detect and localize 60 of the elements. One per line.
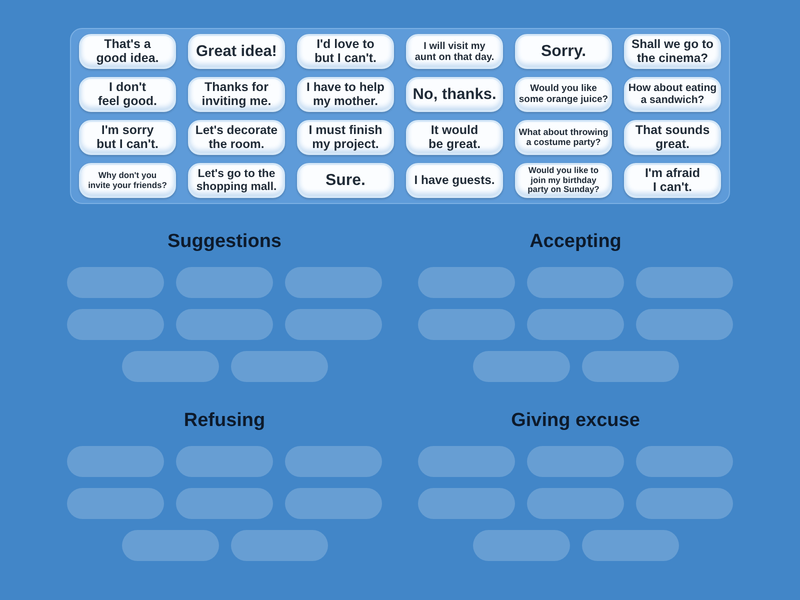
- drop-slot[interactable]: [636, 446, 733, 477]
- drop-slot[interactable]: [527, 267, 624, 298]
- phrase-card[interactable]: I must finish my project.: [297, 120, 394, 155]
- drop-slot[interactable]: [418, 309, 515, 340]
- phrase-card[interactable]: Why don't you invite your friends?: [79, 163, 176, 198]
- drop-slot[interactable]: [527, 488, 624, 519]
- drop-slot[interactable]: [636, 309, 733, 340]
- phrase-card[interactable]: Let's go to the shopping mall.: [188, 163, 285, 198]
- phrase-card[interactable]: I'm sorry but I can't.: [79, 120, 176, 155]
- drop-slot[interactable]: [285, 267, 382, 298]
- drop-slot[interactable]: [472, 351, 570, 382]
- phrase-card[interactable]: That sounds great.: [624, 120, 721, 155]
- drop-slot[interactable]: [67, 446, 164, 477]
- group-heading: Suggestions: [167, 230, 282, 254]
- drop-slot[interactable]: [67, 309, 164, 340]
- phrase-card[interactable]: Would you like to join my birthday party on Sunday?: [515, 163, 612, 198]
- drop-slot[interactable]: [472, 530, 570, 561]
- phrase-card[interactable]: Would you like some orange juice?: [515, 77, 612, 112]
- drop-slot[interactable]: [176, 267, 273, 298]
- drop-slot[interactable]: [636, 267, 733, 298]
- drop-slot[interactable]: [418, 488, 515, 519]
- drop-slot[interactable]: [176, 309, 273, 340]
- phrase-card[interactable]: Shall we go to the cinema?: [624, 34, 721, 69]
- phrase-card[interactable]: I don't feel good.: [79, 77, 176, 112]
- drop-slot[interactable]: [122, 351, 218, 382]
- drop-slot[interactable]: [418, 446, 515, 477]
- phrase-card[interactable]: Sorry.: [515, 34, 612, 69]
- drop-slot[interactable]: [636, 488, 733, 519]
- phrase-card[interactable]: I have guests.: [406, 163, 503, 198]
- phrase-card[interactable]: Thanks for inviting me.: [188, 77, 285, 112]
- drop-slot[interactable]: [285, 488, 382, 519]
- drop-slot[interactable]: [418, 267, 515, 298]
- drop-slot[interactable]: [527, 446, 624, 477]
- group-heading: Refusing: [184, 409, 266, 433]
- phrase-card[interactable]: That's a good idea.: [79, 34, 176, 69]
- drop-slot[interactable]: [67, 267, 164, 298]
- phrase-card[interactable]: I'm afraid I can't.: [624, 163, 721, 198]
- phrase-card[interactable]: No, thanks.: [406, 77, 503, 112]
- phrase-card[interactable]: I have to help my mother.: [297, 77, 394, 112]
- drop-slot[interactable]: [582, 351, 678, 382]
- group-heading: Giving excuse: [511, 409, 640, 433]
- drop-slot[interactable]: [176, 488, 273, 519]
- phrase-card[interactable]: Sure.: [297, 163, 394, 198]
- phrase-card[interactable]: I will visit my aunt on that day.: [406, 34, 503, 69]
- drop-slot[interactable]: [122, 530, 218, 561]
- drop-slot[interactable]: [285, 309, 382, 340]
- drop-slot[interactable]: [582, 530, 678, 561]
- phrase-card[interactable]: What about throwing a costume party?: [515, 120, 612, 155]
- drop-slot[interactable]: [67, 488, 164, 519]
- phrase-card[interactable]: Let's decorate the room.: [188, 120, 285, 155]
- phrase-card[interactable]: It would be great.: [406, 120, 503, 155]
- phrase-card[interactable]: I'd love to but I can't.: [297, 34, 394, 69]
- drop-slot[interactable]: [176, 446, 273, 477]
- group-heading: Accepting: [530, 230, 622, 254]
- drop-slot[interactable]: [527, 309, 624, 340]
- phrase-card[interactable]: Great idea!: [188, 34, 285, 69]
- drop-slot[interactable]: [285, 446, 382, 477]
- drop-slot[interactable]: [230, 351, 328, 382]
- drop-slot[interactable]: [230, 530, 328, 561]
- phrase-card[interactable]: How about eating a sandwich?: [624, 77, 721, 112]
